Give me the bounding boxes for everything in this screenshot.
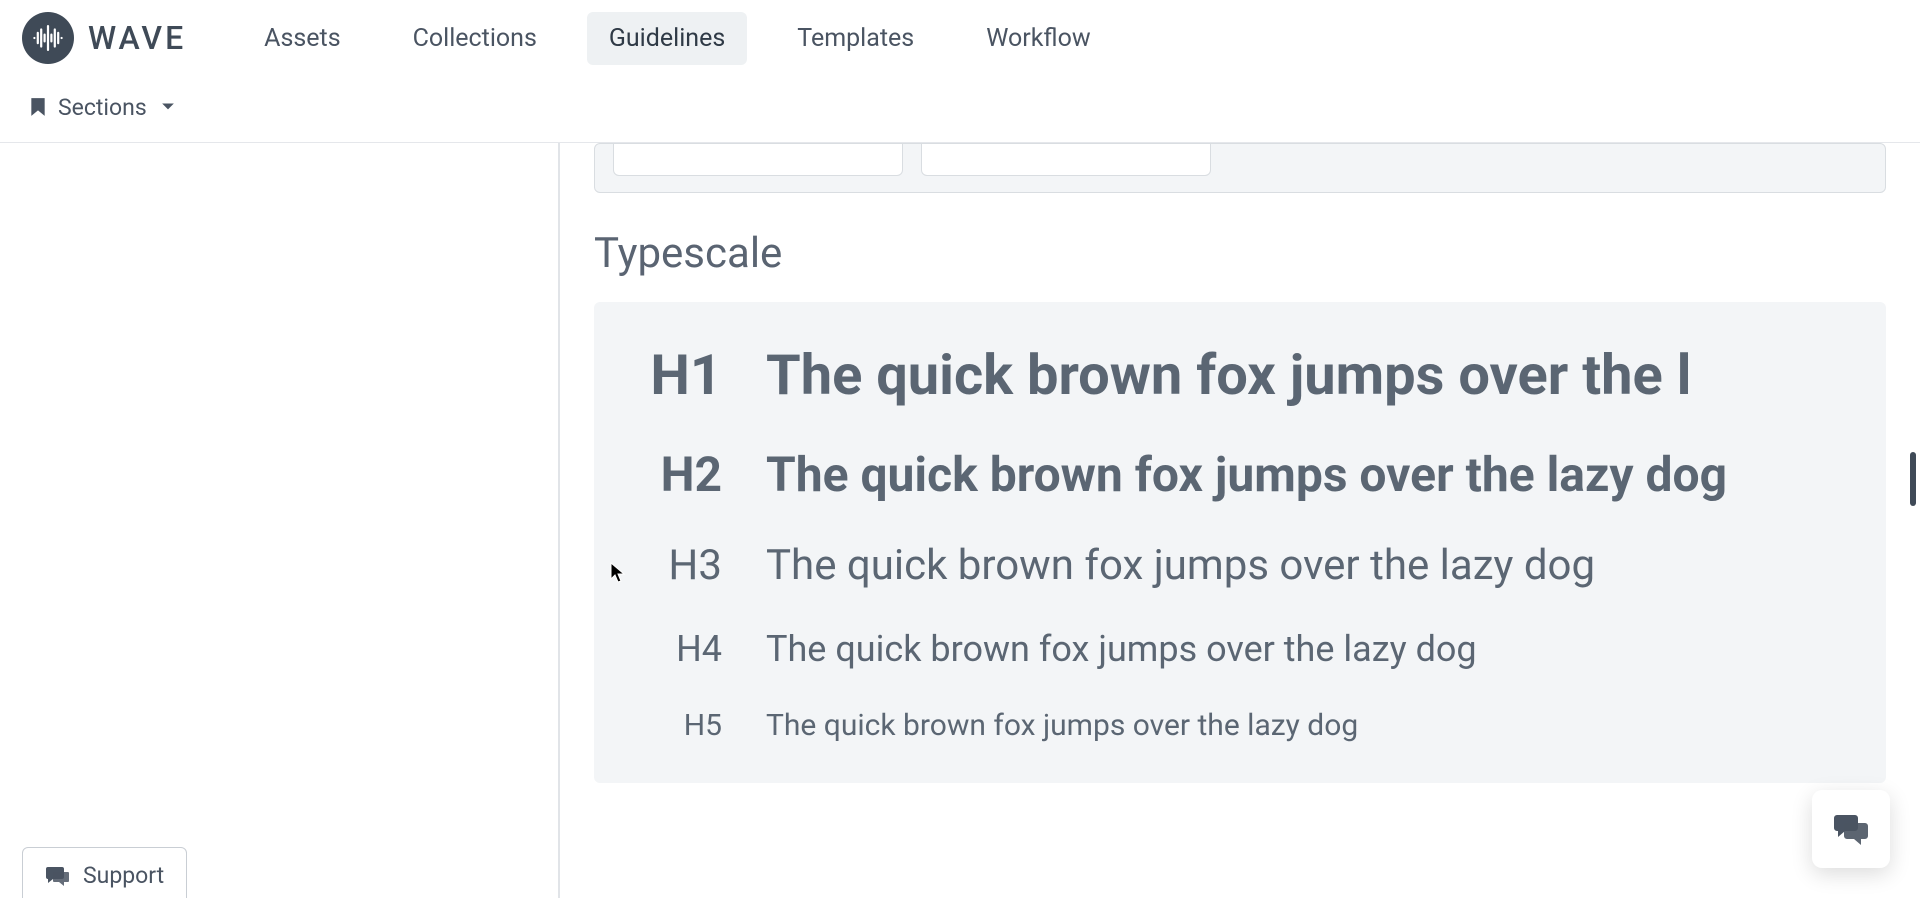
support-label: Support — [83, 862, 164, 889]
typescale-sample: The quick brown fox jumps over the l — [766, 342, 1848, 408]
chat-bubbles-icon — [1833, 813, 1869, 845]
tab-assets[interactable]: Assets — [242, 12, 362, 65]
primary-nav: Assets Collections Guidelines Templates … — [242, 12, 1113, 65]
page-body: Typescale H1 The quick brown fox jumps o… — [0, 143, 1920, 898]
tab-workflow[interactable]: Workflow — [964, 12, 1112, 65]
support-button[interactable]: Support — [22, 847, 187, 898]
main-content: Typescale H1 The quick brown fox jumps o… — [560, 143, 1920, 898]
typescale-card: H1 The quick brown fox jumps over the l … — [594, 302, 1886, 783]
tab-collections[interactable]: Collections — [391, 12, 559, 65]
typescale-label: H1 — [642, 342, 766, 408]
typescale-row-h4: H4 The quick brown fox jumps over the la… — [642, 628, 1848, 670]
typescale-sample: The quick brown fox jumps over the lazy … — [766, 708, 1848, 743]
chat-widget[interactable] — [1812, 790, 1890, 868]
sidebar — [0, 143, 560, 898]
brand-name: WAVE — [88, 19, 186, 57]
block-card — [921, 143, 1211, 176]
typescale-row-h2: H2 The quick brown fox jumps over the la… — [642, 446, 1848, 503]
previous-block-remnant — [594, 143, 1886, 193]
section-title: Typescale — [594, 229, 1886, 278]
typescale-label: H4 — [642, 628, 766, 670]
typescale-sample: The quick brown fox jumps over the lazy … — [766, 628, 1848, 670]
typescale-label: H5 — [642, 708, 766, 743]
typescale-sample: The quick brown fox jumps over the lazy … — [766, 446, 1848, 503]
sections-label: Sections — [58, 94, 147, 121]
chevron-down-icon — [161, 102, 175, 112]
typescale-row-h5: H5 The quick brown fox jumps over the la… — [642, 708, 1848, 743]
brand-logo[interactable]: WAVE — [22, 12, 186, 64]
sections-dropdown[interactable]: Sections — [30, 94, 175, 121]
scroll-indicator[interactable] — [1910, 452, 1916, 506]
tab-guidelines[interactable]: Guidelines — [587, 12, 747, 65]
typescale-sample: The quick brown fox jumps over the lazy … — [766, 541, 1848, 590]
bookmark-icon — [30, 97, 46, 117]
typescale-label: H2 — [642, 446, 766, 503]
typescale-row-h3: H3 The quick brown fox jumps over the la… — [642, 541, 1848, 590]
typescale-row-h1: H1 The quick brown fox jumps over the l — [642, 342, 1848, 408]
block-card — [613, 143, 903, 176]
wave-logo-icon — [22, 12, 74, 64]
top-nav: WAVE Assets Collections Guidelines Templ… — [0, 0, 1920, 72]
app-header: WAVE Assets Collections Guidelines Templ… — [0, 0, 1920, 143]
tab-templates[interactable]: Templates — [775, 12, 936, 65]
sub-nav: Sections — [0, 72, 1920, 142]
typescale-label: H3 — [642, 541, 766, 590]
chat-icon — [45, 865, 69, 887]
